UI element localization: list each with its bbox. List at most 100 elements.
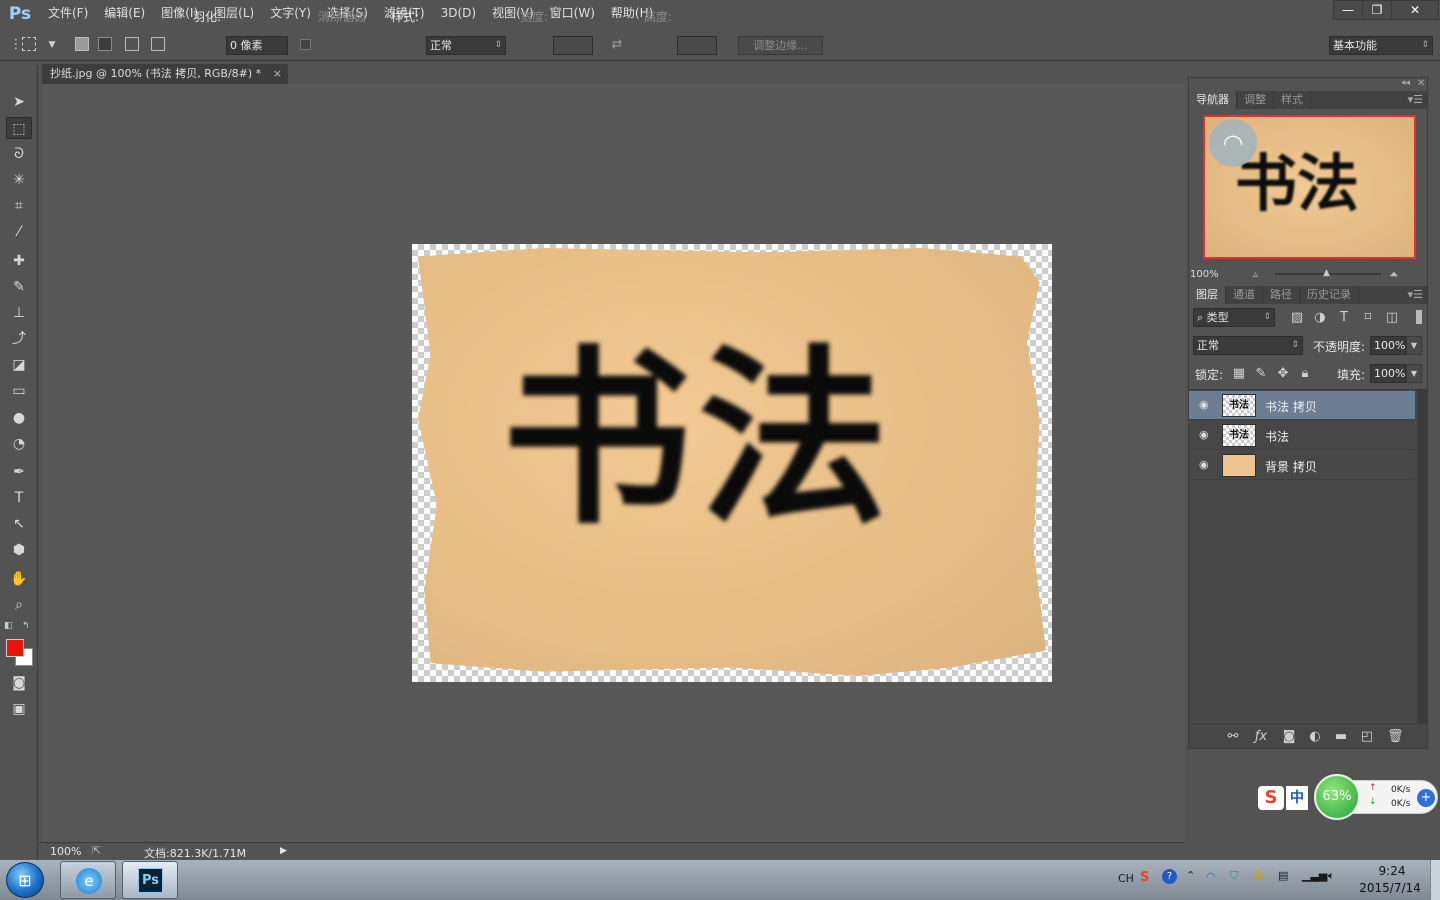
tab-paths[interactable]: 路径 <box>1263 286 1300 304</box>
clock-date[interactable]: 2015/7/14 <box>1355 881 1425 895</box>
clock-time[interactable]: 9:24 <box>1372 864 1412 878</box>
tray-help-icon[interactable]: ? <box>1162 869 1177 884</box>
tray-shield-icon[interactable]: ⛉ <box>1230 869 1238 883</box>
tray-volume-icon[interactable]: 🔈︎ <box>1328 869 1335 883</box>
gradient-icon[interactable]: ▭ <box>6 380 32 402</box>
zoom-slider-handle[interactable]: ▲ <box>1323 268 1330 278</box>
network-speed-widget[interactable]: S 中 ↑ ↓ 0K/s 0K/s + 63% <box>1258 774 1438 820</box>
intersect-selection-icon[interactable] <box>151 37 165 51</box>
adjustment-filter-icon[interactable]: ◑ <box>1312 310 1328 326</box>
tray-network-icon[interactable]: ▤ <box>1278 869 1288 882</box>
taskbar-browser[interactable]: e <box>60 861 116 899</box>
ime-mode[interactable]: 中 <box>1286 786 1308 810</box>
subtract-selection-icon[interactable] <box>125 37 139 51</box>
stamp-tool-icon[interactable]: ⊥ <box>6 302 32 324</box>
width-input[interactable] <box>553 36 593 55</box>
blend-mode-select[interactable]: 正常 <box>1193 336 1303 355</box>
shape-filter-icon[interactable]: ⌑ <box>1360 310 1376 326</box>
panel-menu-icon[interactable]: ▾☰ <box>1408 286 1423 304</box>
new-selection-icon[interactable] <box>75 37 89 51</box>
pixel-filter-icon[interactable]: ▨ <box>1289 310 1305 326</box>
brush-tool-icon[interactable]: ✎ <box>6 276 32 298</box>
new-group-icon[interactable]: ▬ <box>1333 729 1349 745</box>
feather-input[interactable]: 0 像素 <box>226 36 288 55</box>
type-tool-icon[interactable]: T <box>6 487 32 509</box>
collapse-icon[interactable]: ◂◂ <box>1401 78 1410 88</box>
antialias-checkbox[interactable] <box>300 39 311 50</box>
menu-window[interactable]: 窗口(W) <box>542 0 603 27</box>
eyedropper-icon[interactable]: ⁄ <box>6 221 32 243</box>
layer-row-calligraphy[interactable]: ◉ 书法 书法 <box>1189 421 1415 450</box>
style-select[interactable]: 正常 <box>426 36 506 55</box>
smart-object-filter-icon[interactable]: ◫ <box>1384 310 1400 326</box>
marquee-tool-icon[interactable]: ⬚ <box>6 117 32 139</box>
close-icon[interactable]: ✕ <box>1417 78 1425 89</box>
zoom-out-icon[interactable]: ▵ <box>1253 269 1258 280</box>
menu-edit[interactable]: 编辑(E) <box>96 0 153 27</box>
tab-styles[interactable]: 样式 <box>1274 91 1311 109</box>
foreground-color-swatch[interactable] <box>6 639 24 657</box>
swap-colors-icon[interactable]: ↰ <box>22 621 30 631</box>
dodge-tool-icon[interactable]: ◔ <box>6 433 32 455</box>
history-brush-icon[interactable]: ⤴ <box>6 328 32 350</box>
tray-wifi-icon[interactable]: ◠ <box>1206 870 1216 883</box>
lock-position-icon[interactable]: ✥ <box>1275 366 1291 382</box>
layer-row-calligraphy-copy[interactable]: ◉ 书法 书法 拷贝 <box>1189 391 1415 420</box>
layer-filter-select[interactable]: ⌕ 类型 <box>1193 308 1275 327</box>
marquee-preset-icon[interactable] <box>22 37 36 51</box>
eye-icon[interactable]: ◉ <box>1199 398 1213 411</box>
show-desktop-button[interactable] <box>1430 860 1440 900</box>
chevron-down-icon[interactable]: ▼ <box>44 37 60 53</box>
magic-wand-icon[interactable]: ✳ <box>6 169 32 191</box>
tab-history[interactable]: 历史记录 <box>1300 286 1359 304</box>
eraser-icon[interactable]: ◪ <box>6 354 32 376</box>
screen-mode-icon[interactable]: ▣ <box>6 698 32 720</box>
menu-file[interactable]: 文件(F) <box>40 0 96 27</box>
tab-layers[interactable]: 图层 <box>1189 286 1226 304</box>
filter-toggle[interactable] <box>1416 310 1422 324</box>
memory-usage-circle[interactable]: 63% <box>1314 774 1360 820</box>
swap-icon[interactable]: ⇄ <box>609 37 625 53</box>
status-menu-arrow[interactable]: ▶ <box>280 846 287 856</box>
zoom-tool-icon[interactable]: ⌕ <box>6 594 32 616</box>
status-zoom[interactable]: 100% <box>50 845 81 858</box>
opacity-input[interactable]: 100% <box>1370 336 1406 355</box>
tab-channels[interactable]: 通道 <box>1226 286 1263 304</box>
path-select-icon[interactable]: ↖ <box>6 513 32 535</box>
refine-edge-button[interactable]: 调整边缘... <box>738 36 823 55</box>
navigator-thumbnail[interactable]: 书法 ◠ <box>1203 115 1416 259</box>
height-input[interactable] <box>677 36 717 55</box>
plus-icon[interactable]: + <box>1417 789 1435 807</box>
layer-name[interactable]: 背景 拷贝 <box>1265 458 1317 475</box>
share-icon[interactable]: ⇱ <box>92 844 101 857</box>
panel-menu-icon[interactable]: ▾☰ <box>1408 91 1423 109</box>
layer-mask-icon[interactable]: ◙ <box>1281 729 1297 745</box>
tab-navigator[interactable]: 导航器 <box>1189 91 1237 109</box>
trash-icon[interactable]: 🗑︎ <box>1387 729 1404 745</box>
layer-row-background-copy[interactable]: ◉ 背景 拷贝 <box>1189 451 1415 480</box>
tray-expand-icon[interactable]: ⌃ <box>1186 869 1195 882</box>
layer-name[interactable]: 书法 拷贝 <box>1265 398 1317 415</box>
add-selection-icon[interactable] <box>98 37 112 51</box>
blur-tool-icon[interactable]: ● <box>6 407 32 429</box>
fx-icon[interactable]: ƒx <box>1253 729 1269 745</box>
healing-brush-icon[interactable]: ✚ <box>6 250 32 272</box>
eye-icon[interactable]: ◉ <box>1199 458 1213 471</box>
minimize-button[interactable]: — <box>1333 0 1363 20</box>
tray-app-icon[interactable]: ✪ <box>1254 869 1263 882</box>
menu-type[interactable]: 文字(Y) <box>262 0 319 27</box>
lock-all-icon[interactable]: 🔒︎ <box>1297 366 1313 382</box>
ime-logo[interactable]: S <box>1258 786 1284 810</box>
lock-transparency-icon[interactable]: ▦ <box>1231 366 1247 382</box>
eye-icon[interactable]: ◉ <box>1199 428 1213 441</box>
lasso-tool-icon[interactable]: ᘐ <box>6 143 32 165</box>
document-tab[interactable]: 抄纸.jpg @ 100% (书法 拷贝, RGB/8#) * × <box>42 64 288 84</box>
workspace-select[interactable]: 基本功能 <box>1329 36 1433 55</box>
tray-signal-icon[interactable]: ▁▃▅ <box>1302 869 1327 882</box>
tray-language[interactable]: CH <box>1118 872 1134 885</box>
restore-button[interactable]: ❐ <box>1362 0 1392 20</box>
close-button[interactable]: ✕ <box>1391 0 1439 20</box>
close-icon[interactable]: × <box>273 64 282 84</box>
tab-adjustments[interactable]: 调整 <box>1237 91 1274 109</box>
document-canvas[interactable]: 书法 <box>412 244 1052 682</box>
